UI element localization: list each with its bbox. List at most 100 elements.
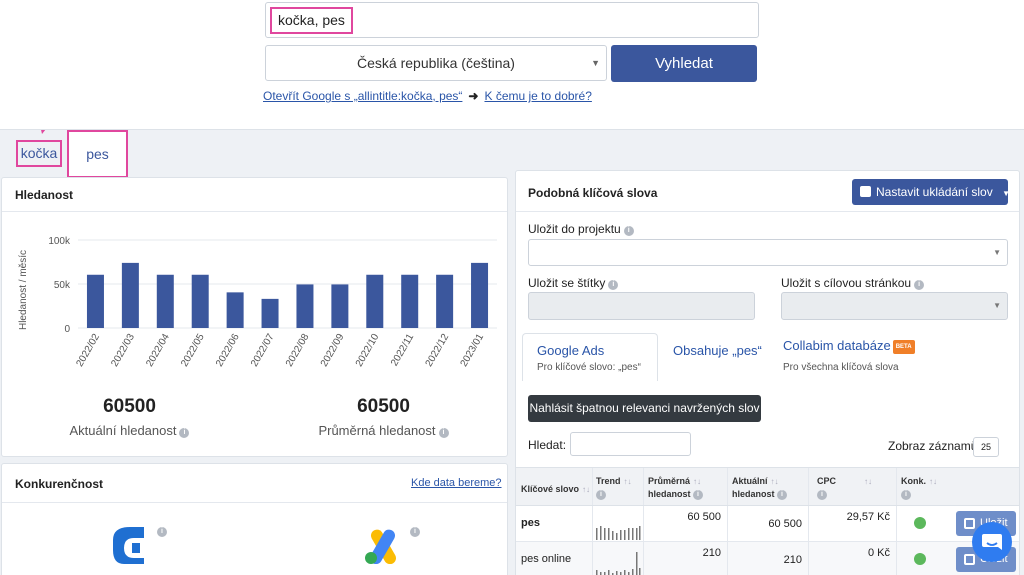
col-average-label-2: hledanost xyxy=(648,489,691,499)
tab-google-ads-sub: Pro klíčové slovo: „pes“ xyxy=(537,362,641,373)
col-current-label: Aktuální xyxy=(732,476,768,486)
search-links: Otevřít Google s „allintitle:kočka, pes“… xyxy=(263,89,592,103)
y-tick-label: 50k xyxy=(54,280,71,291)
tab-kocka[interactable]: kočka xyxy=(16,140,62,167)
bar xyxy=(86,274,104,328)
sort-icon: ↑↓ xyxy=(929,477,938,486)
keywords-table-header: Klíčové slovo ↑↓ Trend ↑↓ i Průměrná ↑↓ hleda… xyxy=(516,467,1019,506)
current-volume-label: Aktuální hledanost xyxy=(69,423,177,438)
sort-icon: ↑↓ xyxy=(582,485,591,494)
arrow-right-icon: ➜ xyxy=(468,89,479,103)
beta-badge: BETA xyxy=(892,340,915,354)
tags-input[interactable] xyxy=(528,292,755,320)
col-cpc[interactable]: CPC ↑↓ i xyxy=(817,475,872,500)
help-link[interactable]: K čemu je to dobré? xyxy=(484,89,591,103)
current-cell: 60 500 xyxy=(768,518,802,530)
sort-icon: ↑↓ xyxy=(623,477,632,486)
bar xyxy=(191,274,209,328)
x-tick-label: 2022/07 xyxy=(249,332,277,369)
bar xyxy=(471,262,489,328)
current-cell: 210 xyxy=(783,554,802,566)
tags-label: Uložit se štítky i xyxy=(528,276,619,290)
average-cell: 60 500 xyxy=(687,511,721,523)
chat-button[interactable] xyxy=(972,522,1012,562)
collabim-logo-icon xyxy=(113,527,144,564)
project-select[interactable]: ▼ xyxy=(528,239,1008,266)
bar xyxy=(436,274,454,328)
keywords-value: kočka, pes xyxy=(270,7,353,34)
bar xyxy=(121,262,139,328)
country-select[interactable]: Česká republika (čeština) ▼ xyxy=(265,45,607,81)
per-page-select[interactable]: 25 xyxy=(973,437,999,457)
info-icon: i xyxy=(693,490,704,500)
trend-sparkline xyxy=(596,552,641,575)
tab-google-ads-label: Google Ads xyxy=(537,343,605,358)
save-settings-button[interactable]: Nastavit ukládání slov ▼ xyxy=(852,179,1010,205)
hledanost-card: Hledanost Hledanost / měsíc 0 50k 100k 2022… xyxy=(1,177,508,457)
keyword-cell[interactable]: pes xyxy=(521,517,540,529)
per-page-label: Zobraz záznamů xyxy=(888,439,978,453)
x-tick-label: 2023/01 xyxy=(459,332,487,369)
x-tick-label: 2022/04 xyxy=(144,332,172,369)
chevron-down-icon: ▼ xyxy=(993,301,1001,310)
info-icon: i xyxy=(901,490,911,500)
bar xyxy=(331,284,349,328)
search-label: Hledat: xyxy=(528,438,567,452)
current-volume: 60500 Aktuální hledanost i xyxy=(2,396,257,438)
report-relevance-button[interactable]: Nahlásit špatnou relevanci navržených sl… xyxy=(528,395,761,422)
col-cpc-label: CPC xyxy=(817,476,837,486)
sort-icon: ↑↓ xyxy=(693,477,702,486)
info-icon: i xyxy=(438,428,449,438)
search-button[interactable]: Vyhledat xyxy=(611,45,757,82)
info-icon: i xyxy=(179,428,190,438)
tab-collabim-db[interactable]: Collabim databáze BETA xyxy=(783,338,915,354)
bar xyxy=(366,274,384,328)
table-row: pes online 210 210 0 Kč Uložit xyxy=(516,542,1019,575)
landing-select[interactable]: ▼ xyxy=(781,292,1008,320)
average-volume-label: Průměrná hledanost xyxy=(318,423,436,438)
table-search-input[interactable] xyxy=(570,432,691,456)
info-icon: i xyxy=(623,226,634,236)
bar xyxy=(261,298,279,328)
trend-sparkline xyxy=(596,526,641,540)
keyword-cell[interactable]: pes online xyxy=(521,553,571,565)
col-current[interactable]: Aktuální ↑↓ hledanost i xyxy=(732,475,788,500)
col-trend[interactable]: Trend ↑↓ i xyxy=(596,475,632,500)
chevron-down-icon: ▼ xyxy=(993,248,1001,257)
competition-indicator xyxy=(914,553,926,565)
competition-indicator xyxy=(914,517,926,529)
x-tick-label: 2022/09 xyxy=(319,332,347,369)
info-icon: i xyxy=(914,280,925,290)
x-tick-label: 2022/12 xyxy=(424,332,452,369)
tab-contains[interactable]: Obsahuje „pes“ xyxy=(673,343,762,358)
chat-icon xyxy=(982,534,1002,550)
hledanost-title: Hledanost xyxy=(15,188,74,202)
save-settings-label: Nastavit ukládání slov xyxy=(876,185,993,199)
tab-pes[interactable]: pes xyxy=(67,130,128,178)
y-tick-label: 0 xyxy=(64,324,70,335)
x-tick-label: 2022/11 xyxy=(389,332,416,369)
landing-label: Uložit s cílovou stránkou i xyxy=(781,276,925,290)
x-tick-label: 2022/06 xyxy=(214,332,242,369)
tab-collabim-db-sub: Pro všechna klíčová slova xyxy=(783,362,899,373)
sort-icon: ↑↓ xyxy=(770,477,779,486)
col-trend-label: Trend xyxy=(596,476,621,486)
info-icon: i xyxy=(817,490,827,500)
info-icon: i xyxy=(157,527,167,537)
col-average[interactable]: Průměrná ↑↓ hledanost i xyxy=(648,475,704,500)
average-cell: 210 xyxy=(702,547,721,559)
col-keyword-label: Klíčové slovo xyxy=(521,484,580,494)
caret-down-icon: ▼ xyxy=(1002,189,1010,198)
y-axis-label: Hledanost / měsíc xyxy=(18,250,29,330)
bar xyxy=(156,274,174,328)
tags-label-text: Uložit se štítky xyxy=(528,276,606,290)
col-konk[interactable]: Konk. ↑↓ i xyxy=(901,475,937,500)
col-keyword[interactable]: Klíčové slovo ↑↓ xyxy=(521,483,590,496)
cpc-cell: 0 Kč xyxy=(867,547,890,559)
x-tick-label: 2022/02 xyxy=(74,332,102,369)
data-source-link[interactable]: Kde data bereme? xyxy=(411,477,502,489)
google-ads-logo-icon xyxy=(365,529,396,564)
info-icon: i xyxy=(608,280,619,290)
open-google-link[interactable]: Otevřít Google s „allintitle:kočka, pes“ xyxy=(263,89,462,103)
konkurence-title: Konkurenčnost xyxy=(15,477,104,491)
